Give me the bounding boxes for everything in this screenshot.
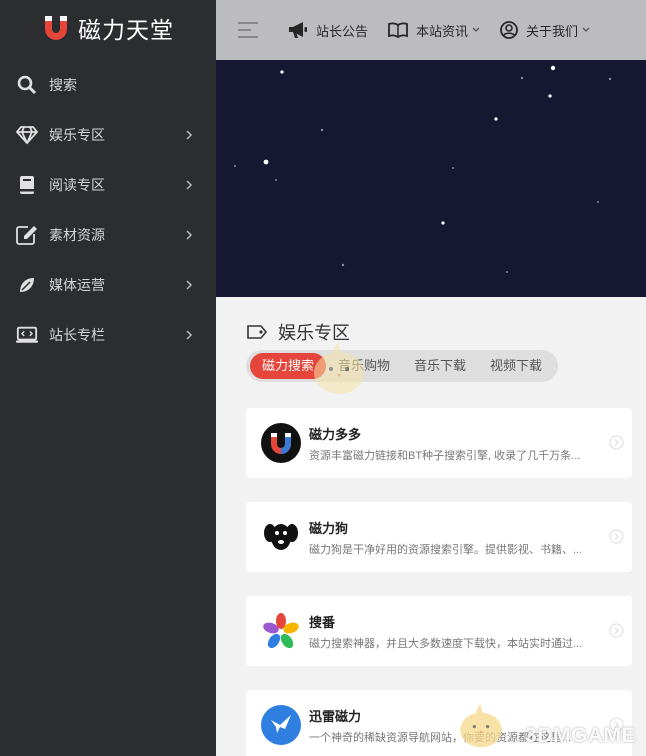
chevron-down-icon bbox=[582, 27, 590, 32]
sidebar-item-label: 搜索 bbox=[49, 77, 77, 93]
sidebar-nav: 搜索 娱乐专区 阅读专区 素材资源 媒体运营 站长专栏 bbox=[0, 60, 216, 360]
category-tabs: 磁力搜索 音乐购物 音乐下载 视频下载 bbox=[246, 350, 559, 382]
user-circle-icon bbox=[500, 21, 518, 39]
chick-mascot-icon bbox=[314, 341, 364, 394]
chevron-down-icon bbox=[472, 27, 480, 32]
sidebar-item-label: 媒体运营 bbox=[49, 277, 105, 293]
nav-news[interactable]: 本站资讯 bbox=[388, 21, 480, 40]
sidebar-item-webmaster[interactable]: 站长专栏 bbox=[0, 310, 216, 360]
sidebar-item-label: 阅读专区 bbox=[49, 177, 105, 193]
chevron-circle-right-icon bbox=[609, 435, 624, 450]
sidebar-item-entertainment[interactable]: 娱乐专区 bbox=[0, 110, 216, 160]
sidebar-item-materials[interactable]: 素材资源 bbox=[0, 210, 216, 260]
chevron-right-icon bbox=[186, 180, 193, 190]
book-icon bbox=[16, 174, 38, 196]
site-description: 磁力搜索神器，并且大多数速度下载快，本站实时通过... bbox=[309, 637, 583, 650]
open-book-icon bbox=[388, 22, 408, 38]
site-card[interactable]: 磁力狗 磁力狗是干净好用的资源搜索引擎。提供影视、书籍、... bbox=[246, 502, 632, 572]
site-description: 资源丰富磁力链接和BT种子搜索引擎, 收录了几千万条... bbox=[309, 449, 581, 462]
starry-banner bbox=[216, 60, 646, 297]
main-content: 娱乐专区 磁力搜索 音乐购物 音乐下载 视频下载 磁力多多 资源丰富磁力链接和B… bbox=[216, 297, 646, 756]
search-icon bbox=[16, 74, 38, 96]
nav-about[interactable]: 关于我们 bbox=[500, 21, 590, 40]
site-title: 磁力狗 bbox=[309, 520, 349, 536]
brand-logo[interactable]: 磁力天堂 bbox=[0, 0, 216, 56]
tab-music-download[interactable]: 音乐下载 bbox=[402, 353, 478, 379]
chevron-right-icon bbox=[186, 130, 193, 140]
star-field bbox=[234, 65, 612, 273]
chevron-right-icon bbox=[186, 330, 193, 340]
nav-announcement-label: 站长公告 bbox=[316, 23, 369, 39]
watermark: 3DMGAME bbox=[525, 724, 636, 747]
site-card[interactable]: 磁力多多 资源丰富磁力链接和BT种子搜索引擎, 收录了几千万条... bbox=[246, 408, 632, 478]
chevron-circle-right-icon bbox=[609, 623, 624, 638]
sidebar-item-label: 站长专栏 bbox=[49, 327, 105, 343]
sidebar-item-search[interactable]: 搜索 bbox=[0, 60, 216, 110]
edit-icon bbox=[16, 224, 38, 246]
site-description: 磁力狗是干净好用的资源搜索引擎。提供影视、书籍、... bbox=[309, 543, 583, 556]
sidebar-item-label: 娱乐专区 bbox=[49, 127, 105, 143]
sidebar: 磁力天堂 搜索 娱乐专区 阅读专区 素材资源 媒体运营 站长专栏 bbox=[0, 0, 216, 756]
bird-logo-icon bbox=[261, 705, 301, 745]
tab-video-download[interactable]: 视频下载 bbox=[478, 353, 554, 379]
top-navbar: 站长公告 本站资讯 关于我们 bbox=[216, 0, 646, 60]
dog-logo-icon bbox=[261, 517, 301, 557]
nav-news-label: 本站资讯 bbox=[416, 23, 469, 39]
nav-about-label: 关于我们 bbox=[526, 23, 579, 39]
site-title: 搜番 bbox=[309, 614, 336, 630]
monitor-icon bbox=[16, 324, 38, 346]
nav-announcement[interactable]: 站长公告 bbox=[288, 21, 368, 40]
magnet-logo-icon bbox=[261, 423, 301, 463]
menu-toggle-icon[interactable] bbox=[238, 20, 260, 40]
sidebar-item-media[interactable]: 媒体运营 bbox=[0, 260, 216, 310]
sidebar-item-reading[interactable]: 阅读专区 bbox=[0, 160, 216, 210]
site-title: 磁力多多 bbox=[309, 426, 362, 442]
diamond-icon bbox=[16, 124, 38, 146]
megaphone-icon bbox=[289, 22, 307, 38]
site-card[interactable]: 搜番 磁力搜索神器，并且大多数速度下载快，本站实时通过... bbox=[246, 596, 632, 666]
chevron-right-icon bbox=[186, 280, 193, 290]
tag-icon bbox=[247, 325, 268, 339]
sidebar-item-label: 素材资源 bbox=[49, 227, 105, 243]
chevron-circle-right-icon bbox=[609, 529, 624, 544]
magnet-logo-icon bbox=[45, 16, 67, 40]
brand-title: 磁力天堂 bbox=[78, 17, 174, 43]
chick-mascot-icon bbox=[460, 703, 502, 748]
chevron-right-icon bbox=[186, 230, 193, 240]
leaf-icon bbox=[16, 274, 38, 296]
flower-logo-icon bbox=[261, 611, 301, 651]
